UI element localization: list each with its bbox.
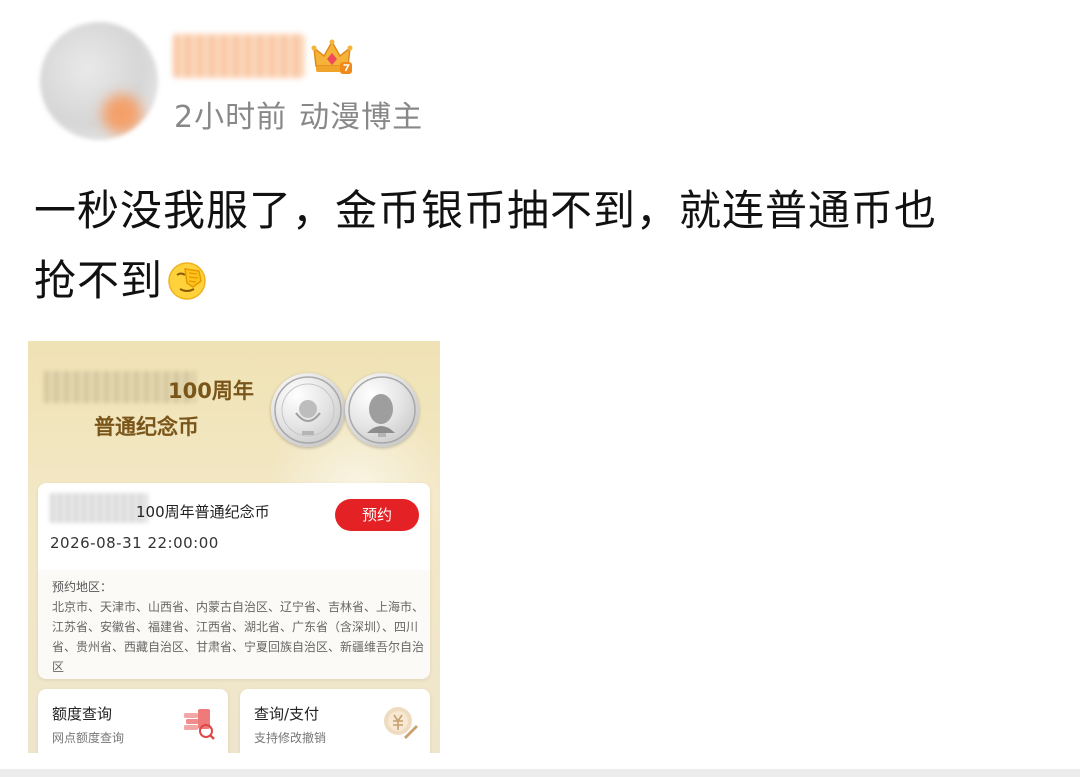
post-content: 一秒没我服了，金币银币抽不到，就连普通币也 抢不到 <box>34 176 1034 316</box>
avatar[interactable] <box>40 22 158 140</box>
crown-badge-icon <box>311 39 353 74</box>
post-header: 2小时前 动漫博主 <box>40 22 1040 142</box>
quota-query-title: 额度查询 <box>52 705 113 723</box>
quota-query-card[interactable]: 额度查询 网点额度查询 <box>38 689 228 753</box>
coin-back-icon <box>345 373 419 447</box>
query-payment-subtitle: 支持修改撤销 <box>254 731 327 745</box>
reservation-datetime: 2026-08-31 22:00:00 <box>50 534 219 552</box>
post-text-line-2: 抢不到 <box>34 246 1034 316</box>
regions-label: 预约地区： <box>52 580 113 594</box>
username-blurred[interactable] <box>173 34 305 78</box>
item-name-blurred <box>50 493 148 523</box>
quota-query-subtitle: 网点额度查询 <box>52 731 125 745</box>
coin-item-card: 100周年普通纪念币 预约 2026-08-31 22:00:00 <box>38 483 430 571</box>
item-name: 100周年普通纪念币 <box>136 503 270 521</box>
bottom-divider <box>0 769 1080 777</box>
facepalm-emoji-icon <box>168 262 206 300</box>
banner-title-line-2: 普通纪念币 <box>94 415 199 439</box>
author-tag: 动漫博主 <box>299 100 424 135</box>
regions-card: 预约地区： 北京市、天津市、山西省、内蒙古自治区、辽宁省、吉林省、上海市、江苏省… <box>38 571 430 679</box>
attached-image[interactable]: 100周年 普通纪念币 100周年普通纪念币 预约 2026-08-31 22:… <box>28 341 440 753</box>
post-meta: 2小时前 动漫博主 <box>174 92 423 136</box>
query-payment-card[interactable]: 查询/支付 支持修改撤销 <box>240 689 430 753</box>
coin-front-icon <box>271 373 345 447</box>
post-text-line-2-text: 抢不到 <box>34 256 164 305</box>
reserve-button[interactable]: 预约 <box>335 499 419 531</box>
regions-list: 北京市、天津市、山西省、内蒙古自治区、辽宁省、吉林省、上海市、江苏省、安徽省、福… <box>52 600 425 674</box>
post-time: 2小时前 <box>174 100 288 135</box>
query-payment-title: 查询/支付 <box>254 705 320 723</box>
coins-search-icon <box>184 709 215 740</box>
payment-icon <box>384 707 418 739</box>
banner-title-line-1: 100周年 <box>168 379 254 403</box>
post-text-line-1: 一秒没我服了，金币银币抽不到，就连普通币也 <box>34 186 938 235</box>
